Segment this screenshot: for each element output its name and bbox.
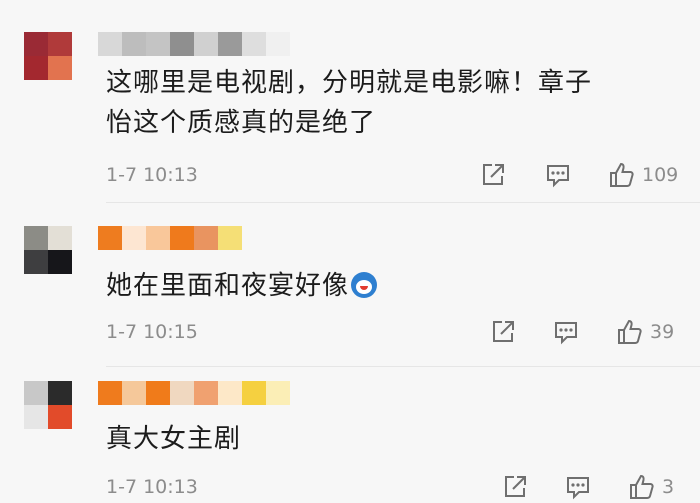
reply-button[interactable]	[553, 318, 579, 346]
like-count: 39	[650, 321, 675, 343]
comment-time: 1-7 10:13	[106, 476, 198, 498]
comment-icon	[547, 165, 569, 188]
comment-text: 真大女主剧	[106, 424, 242, 454]
thumbs-up-icon	[630, 474, 654, 499]
like-count: 3	[662, 476, 675, 498]
avatar[interactable]	[24, 226, 72, 274]
comment-text: 这哪里是电视剧，分明就是电影嘛！章子 怡这个质感真的是绝了	[106, 68, 593, 138]
avatar[interactable]	[24, 381, 72, 429]
avatar[interactable]	[24, 32, 72, 80]
comment-icon	[567, 477, 589, 500]
username-redacted[interactable]	[98, 32, 290, 56]
divider	[106, 202, 700, 203]
thumbs-up-icon	[618, 319, 642, 344]
comment-icon	[555, 322, 577, 345]
share-button[interactable]	[480, 161, 506, 189]
share-button[interactable]	[490, 318, 516, 346]
comment-time: 1-7 10:13	[106, 164, 198, 186]
like-count: 109	[642, 164, 679, 186]
username-redacted[interactable]	[98, 226, 242, 250]
divider	[106, 366, 700, 367]
comment-text: 她在里面和夜宴好像	[106, 266, 676, 306]
thumbs-up-icon	[610, 162, 634, 187]
like-button[interactable]: 39	[616, 318, 674, 346]
like-button[interactable]: 109	[608, 161, 678, 189]
share-icon	[483, 164, 504, 185]
share-button[interactable]	[502, 473, 528, 501]
reply-button[interactable]	[545, 161, 571, 189]
comment-time: 1-7 10:15	[106, 321, 198, 343]
like-button[interactable]: 3	[628, 473, 674, 501]
username-redacted[interactable]	[98, 381, 290, 405]
share-icon	[493, 321, 514, 342]
share-icon	[505, 476, 526, 497]
reply-button[interactable]	[565, 473, 591, 501]
doraemon-emoji	[351, 272, 378, 298]
